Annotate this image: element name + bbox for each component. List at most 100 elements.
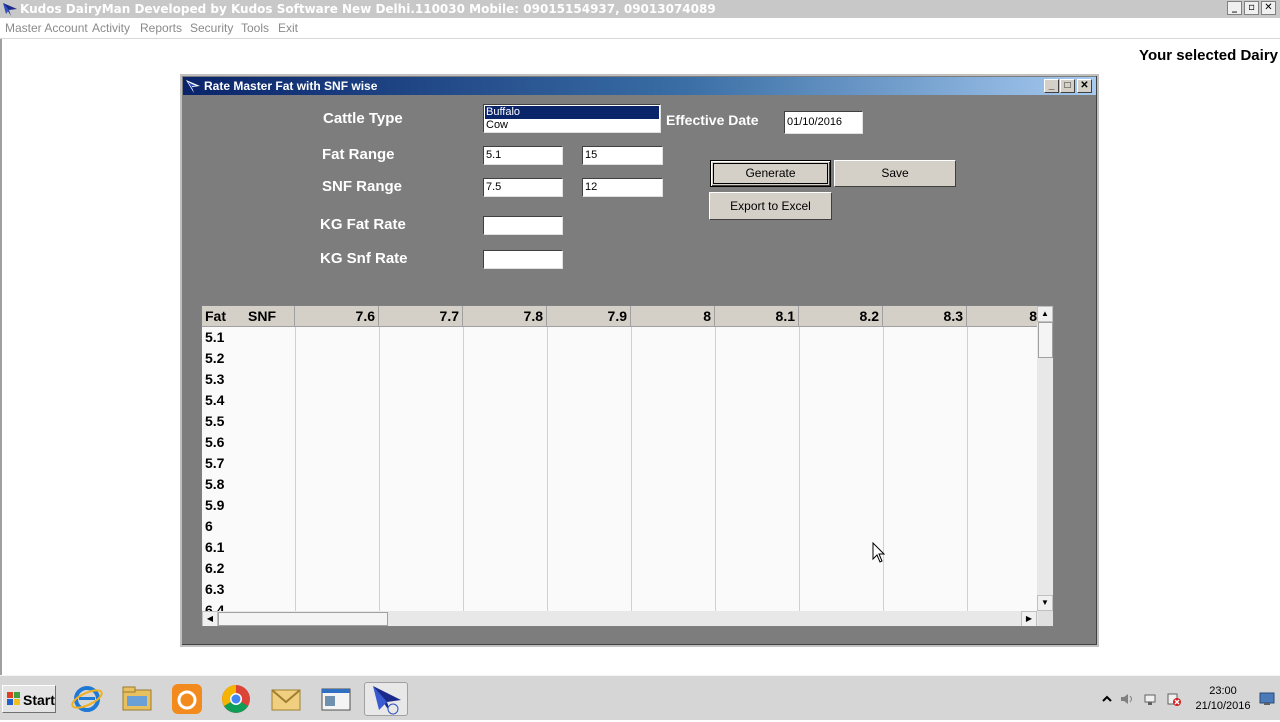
cattle-type-listbox[interactable]: Buffalo Cow: [483, 104, 661, 133]
clock-time: 23:00: [1209, 685, 1237, 697]
menu-tools[interactable]: Tools: [241, 21, 269, 35]
uc-browser-icon[interactable]: [165, 682, 209, 716]
kg-fat-rate-input[interactable]: [483, 216, 563, 235]
grid-column-header[interactable]: 8: [967, 306, 1038, 327]
scroll-left-arrow-icon[interactable]: ◀: [202, 611, 218, 626]
menu-security[interactable]: Security: [190, 21, 233, 35]
grid-row-label: 5.8: [205, 476, 225, 492]
snf-range-label: SNF Range: [322, 178, 403, 195]
grid-column-divider: [295, 327, 296, 611]
grid-column-divider: [967, 327, 968, 611]
grid-column-divider: [715, 327, 716, 611]
dairyman-icon[interactable]: [364, 682, 408, 716]
fat-to-input[interactable]: 15: [582, 146, 663, 165]
menu-master-account[interactable]: Master Account: [5, 21, 88, 35]
window-maximize-button[interactable]: □: [1060, 79, 1075, 93]
grid-row-label: 5.1: [205, 329, 225, 345]
grid-column-header[interactable]: 8.3: [883, 306, 967, 327]
fat-column-header: Fat: [205, 308, 226, 324]
window-title: Rate Master Fat with SNF wise: [204, 79, 378, 93]
chrome-icon[interactable]: [214, 682, 258, 716]
start-button[interactable]: Start: [2, 685, 56, 713]
effective-date-label: Effective Date: [666, 112, 759, 128]
windows-logo-icon: [7, 692, 20, 705]
grid-column-header[interactable]: 8: [631, 306, 715, 327]
scroll-right-arrow-icon[interactable]: ▶: [1021, 611, 1037, 626]
grid-column-header[interactable]: 7.9: [547, 306, 631, 327]
grid-row-label: 6.3: [205, 581, 225, 597]
window-minimize-button[interactable]: _: [1044, 79, 1059, 93]
grid-row-label: 6.1: [205, 539, 225, 555]
selected-dairy-label: Your selected Dairy: [1139, 47, 1278, 64]
cattle-option-cow[interactable]: Cow: [485, 119, 659, 132]
horizontal-scroll-thumb[interactable]: [218, 612, 388, 626]
kg-snf-rate-label: KG Snf Rate: [320, 250, 408, 267]
grid-column-divider: [463, 327, 464, 611]
export-excel-button[interactable]: Export to Excel: [709, 192, 832, 220]
grid-column-divider: [799, 327, 800, 611]
app-logo-icon: [3, 3, 17, 16]
scrollbar-corner: [1038, 611, 1053, 626]
app-window-icon[interactable]: [314, 682, 358, 716]
rate-grid[interactable]: Fat SNF 7.6 7.7 7.8 7.9 8 8.1 8.2 8.3 8 …: [201, 305, 1054, 627]
menu-exit[interactable]: Exit: [278, 21, 298, 35]
snf-to-input[interactable]: 12: [582, 178, 663, 197]
grid-row-label: 5.9: [205, 497, 225, 513]
grid-horizontal-scrollbar[interactable]: ◀ ▶: [202, 611, 1038, 626]
volume-icon[interactable]: [1120, 692, 1134, 706]
scroll-down-arrow-icon[interactable]: ▼: [1037, 595, 1053, 611]
app-restore-button[interactable]: ▫: [1244, 1, 1259, 15]
kg-snf-rate-input[interactable]: [483, 250, 563, 269]
internet-explorer-icon[interactable]: [65, 682, 109, 716]
grid-row-label: 5.4: [205, 392, 225, 408]
app-minimize-button[interactable]: _: [1227, 1, 1242, 15]
grid-column-header[interactable]: 7.8: [463, 306, 547, 327]
kg-fat-rate-label: KG Fat Rate: [320, 216, 406, 233]
cattle-type-label: Cattle Type: [323, 110, 403, 127]
rate-master-title-bar[interactable]: Rate Master Fat with SNF wise _ □ ✕: [183, 77, 1096, 95]
grid-column-header[interactable]: 8.2: [799, 306, 883, 327]
grid-column-header[interactable]: 7.7: [379, 306, 463, 327]
fat-range-label: Fat Range: [322, 146, 395, 163]
scroll-up-arrow-icon[interactable]: ▲: [1037, 306, 1053, 322]
taskbar-clock[interactable]: 23:00 21/10/2016: [1193, 684, 1253, 714]
grid-column-header[interactable]: 7.6: [295, 306, 379, 327]
clock-date: 21/10/2016: [1195, 700, 1251, 712]
mail-icon[interactable]: [264, 682, 308, 716]
grid-column-divider: [883, 327, 884, 611]
effective-date-field[interactable]: 01/10/2016: [784, 111, 863, 134]
file-manager-icon[interactable]: [115, 682, 159, 716]
window-close-button[interactable]: ✕: [1077, 79, 1092, 93]
grid-row-label: 6: [205, 518, 213, 534]
show-desktop-icon[interactable]: [1259, 692, 1275, 706]
app-close-button[interactable]: ✕: [1261, 1, 1276, 15]
snf-from-input[interactable]: 7.5: [483, 178, 563, 197]
grid-corner-header: Fat SNF: [202, 306, 295, 327]
window-logo-icon: [186, 80, 200, 93]
app-title: Kudos DairyMan Developed by Kudos Softwa…: [20, 2, 716, 16]
cattle-option-buffalo[interactable]: Buffalo: [485, 106, 659, 119]
tray-expand-icon[interactable]: [1100, 692, 1114, 706]
grid-row-label: 5.2: [205, 350, 225, 366]
grid-row-label: 5.5: [205, 413, 225, 429]
grid-row-label: 5.7: [205, 455, 225, 471]
vertical-scroll-thumb[interactable]: [1038, 322, 1053, 358]
mouse-cursor-icon: [872, 542, 886, 563]
generate-button[interactable]: Generate: [710, 160, 831, 187]
grid-column-header[interactable]: 8.1: [715, 306, 799, 327]
save-button[interactable]: Save: [834, 160, 956, 187]
fat-from-input[interactable]: 5.1: [483, 146, 563, 165]
start-label: Start: [23, 692, 55, 708]
grid-row-label: 6.4: [205, 602, 225, 611]
security-alert-icon[interactable]: [1167, 692, 1181, 706]
menu-reports[interactable]: Reports: [140, 21, 182, 35]
menu-bar: Master Account Activity Reports Security…: [0, 18, 1280, 38]
grid-row-label: 5.6: [205, 434, 225, 450]
network-icon[interactable]: [1144, 692, 1158, 706]
grid-row-label: 5.3: [205, 371, 225, 387]
app-title-bar: Kudos DairyMan Developed by Kudos Softwa…: [0, 0, 1280, 18]
snf-column-header: SNF: [248, 308, 276, 324]
menu-activity[interactable]: Activity: [92, 21, 130, 35]
grid-column-divider: [379, 327, 380, 611]
grid-vertical-scrollbar[interactable]: ▲ ▼: [1037, 306, 1053, 611]
